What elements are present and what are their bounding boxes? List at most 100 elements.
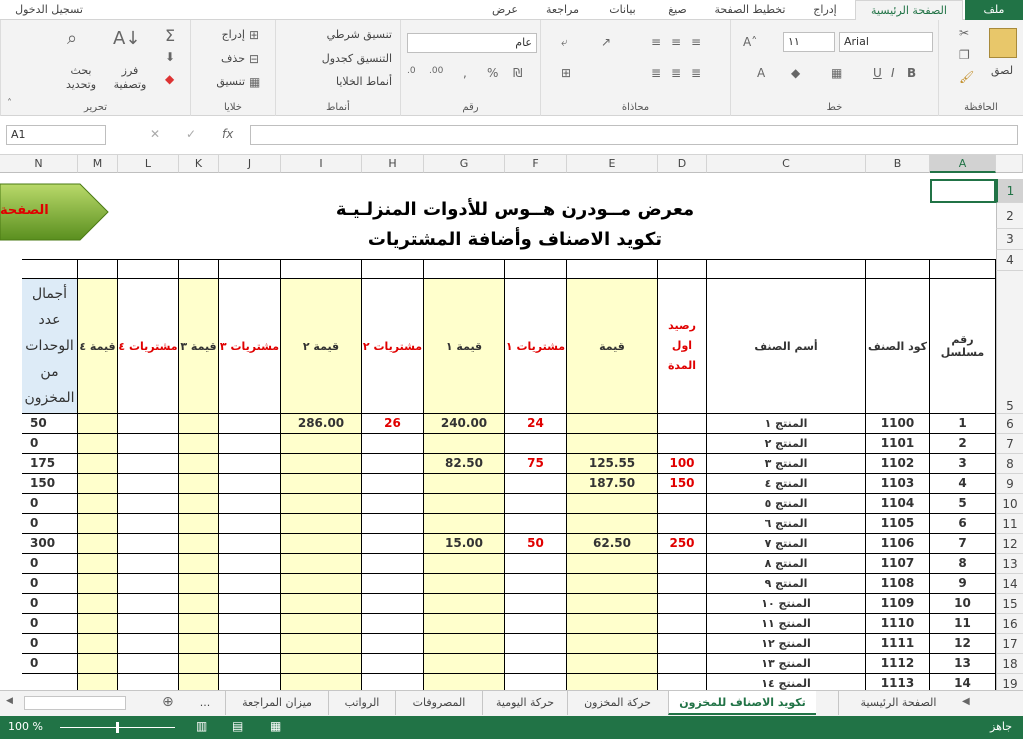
row-header[interactable]: 7 — [996, 434, 1023, 454]
table-cell[interactable]: 1 — [930, 414, 996, 434]
underline-icon[interactable]: U — [873, 66, 882, 80]
table-cell[interactable] — [78, 474, 118, 494]
tab-data[interactable]: بيانات — [595, 0, 650, 20]
table-cell[interactable] — [118, 514, 179, 534]
paste-label[interactable]: لصق — [991, 64, 1013, 77]
table-cell[interactable] — [78, 594, 118, 614]
table-cell[interactable]: 0 — [22, 434, 78, 454]
signin-link[interactable]: تسجيل الدخول — [4, 0, 94, 20]
sheet-tab-expenses[interactable]: المصروفات — [395, 691, 482, 715]
table-cell[interactable] — [118, 414, 179, 434]
table-cell[interactable] — [281, 634, 362, 654]
table-cell[interactable] — [424, 514, 505, 534]
table-cell[interactable] — [78, 494, 118, 514]
table-cell[interactable] — [118, 614, 179, 634]
currency-icon[interactable]: ₪ — [513, 66, 522, 80]
table-cell[interactable] — [505, 574, 567, 594]
table-cell[interactable]: 1104 — [866, 494, 930, 514]
normal-view-icon[interactable]: ▦ — [270, 719, 281, 733]
table-cell[interactable] — [362, 654, 424, 674]
row-header[interactable]: 9 — [996, 474, 1023, 494]
clear-icon[interactable]: ◆ — [165, 72, 174, 86]
table-cell[interactable] — [281, 554, 362, 574]
table-cell[interactable] — [567, 414, 658, 434]
decrease-decimal-icon[interactable]: .0 — [407, 66, 416, 76]
table-cell[interactable] — [424, 494, 505, 514]
row-header[interactable]: 8 — [996, 454, 1023, 474]
table-cell[interactable] — [658, 674, 707, 690]
table-cell[interactable] — [362, 454, 424, 474]
table-cell[interactable]: 150 — [22, 474, 78, 494]
table-cell[interactable]: 0 — [22, 514, 78, 534]
table-cell[interactable]: 150 — [658, 474, 707, 494]
table-cell[interactable]: 1111 — [866, 634, 930, 654]
font-color-icon[interactable]: A — [757, 66, 765, 80]
table-cell[interactable] — [281, 494, 362, 514]
table-cell[interactable]: المنتج ٥ — [707, 494, 866, 514]
table-cell[interactable]: 50 — [505, 534, 567, 554]
find-select-label[interactable]: بحث وتحديد — [59, 64, 103, 92]
table-cell[interactable]: 286.00 — [281, 414, 362, 434]
tab-file[interactable]: ملف — [965, 0, 1023, 20]
table-cell[interactable]: 0 — [22, 554, 78, 574]
row-header[interactable]: 11 — [996, 514, 1023, 534]
table-cell[interactable] — [78, 574, 118, 594]
sort-filter-label[interactable]: فرز وتصفية — [105, 64, 155, 92]
table-cell[interactable]: المنتج ٨ — [707, 554, 866, 574]
table-band-cell[interactable] — [567, 259, 658, 279]
row-header[interactable]: 10 — [996, 494, 1023, 514]
table-cell[interactable] — [219, 574, 281, 594]
table-cell[interactable]: المنتج ١٣ — [707, 654, 866, 674]
table-band-cell[interactable] — [930, 259, 996, 279]
table-cell[interactable] — [118, 574, 179, 594]
table-band-cell[interactable] — [424, 259, 505, 279]
table-cell[interactable] — [179, 654, 219, 674]
table-cell[interactable] — [424, 614, 505, 634]
table-cell[interactable] — [362, 594, 424, 614]
name-box[interactable]: A1 — [6, 125, 106, 145]
table-cell[interactable] — [567, 634, 658, 654]
table-cell[interactable] — [424, 554, 505, 574]
sheet-tab-main[interactable]: الصفحة الرئيسية — [838, 691, 958, 715]
table-cell[interactable]: 300 — [22, 534, 78, 554]
table-cell[interactable]: 240.00 — [424, 414, 505, 434]
table-cell[interactable] — [219, 434, 281, 454]
bold-icon[interactable]: B — [907, 66, 916, 80]
table-cell[interactable] — [22, 674, 78, 690]
table-band-cell[interactable] — [22, 259, 78, 279]
horizontal-scrollbar[interactable] — [24, 696, 126, 710]
row-header[interactable]: 15 — [996, 594, 1023, 614]
table-cell[interactable] — [362, 474, 424, 494]
align-right-icon[interactable]: ≣ — [691, 66, 701, 80]
orientation-icon[interactable]: ↗ — [601, 35, 611, 49]
table-band-cell[interactable] — [219, 259, 281, 279]
table-cell[interactable]: 1113 — [866, 674, 930, 690]
table-cell[interactable] — [505, 674, 567, 690]
sheet-tab-salaries[interactable]: الرواتب — [328, 691, 395, 715]
table-cell[interactable]: المنتج ٢ — [707, 434, 866, 454]
table-cell[interactable]: 1105 — [866, 514, 930, 534]
align-center-icon[interactable]: ≣ — [671, 66, 681, 80]
table-cell[interactable] — [219, 634, 281, 654]
table-cell[interactable] — [424, 654, 505, 674]
table-cell[interactable] — [179, 474, 219, 494]
select-all-corner[interactable] — [996, 155, 1023, 173]
table-cell[interactable] — [658, 494, 707, 514]
row-header[interactable]: 12 — [996, 534, 1023, 554]
table-cell[interactable]: 8 — [930, 554, 996, 574]
table-cell[interactable] — [179, 414, 219, 434]
table-band-cell[interactable] — [866, 259, 930, 279]
insert-cells-button[interactable]: إدراج — [222, 28, 245, 41]
table-cell[interactable] — [179, 434, 219, 454]
zoom-level[interactable]: 100 % — [8, 720, 43, 733]
table-cell[interactable] — [505, 474, 567, 494]
tab-formulas[interactable]: صيغ — [655, 0, 700, 20]
align-top-icon[interactable]: ≡ — [691, 35, 701, 49]
row-header[interactable]: 19 — [996, 674, 1023, 690]
row-header[interactable]: 6 — [996, 414, 1023, 434]
table-cell[interactable] — [219, 594, 281, 614]
merge-center-icon[interactable]: ⊞ — [561, 66, 571, 80]
table-cell[interactable] — [281, 654, 362, 674]
borders-icon[interactable]: ▦ — [831, 66, 842, 80]
increase-decimal-icon[interactable]: .00 — [429, 66, 443, 76]
